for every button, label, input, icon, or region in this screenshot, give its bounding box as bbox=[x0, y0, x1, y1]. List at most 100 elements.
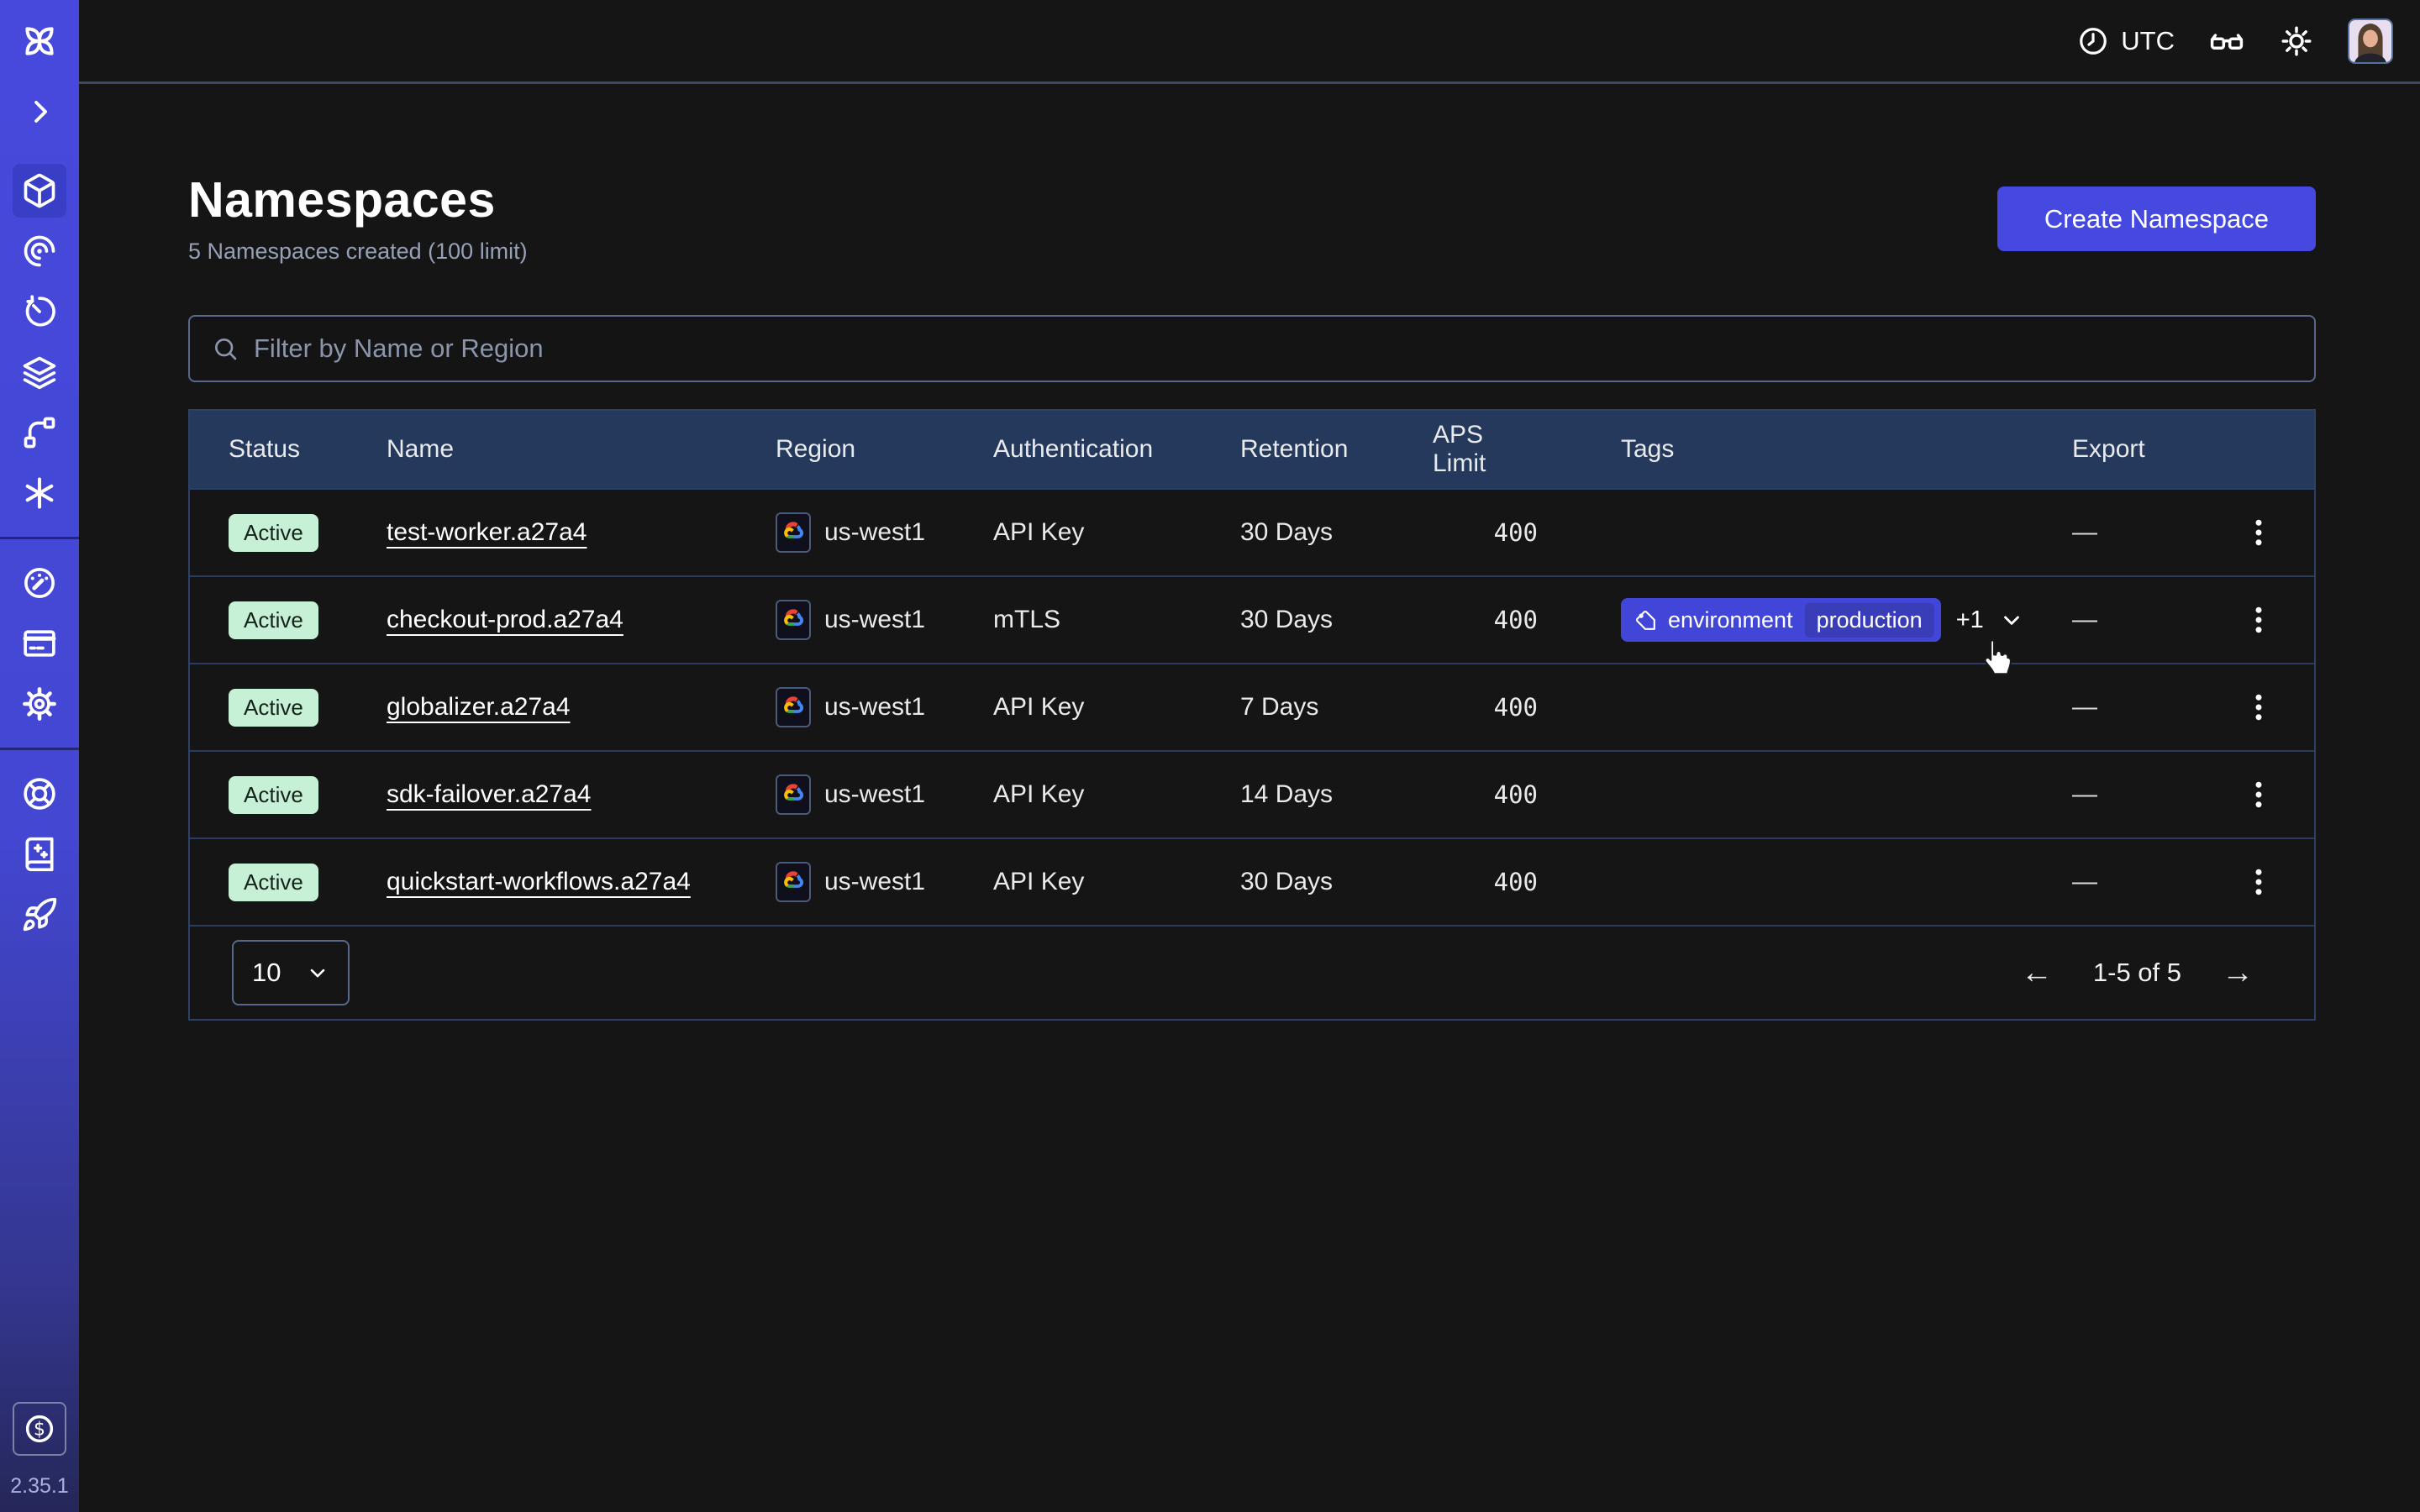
sidebar-item-gauge[interactable] bbox=[0, 553, 79, 613]
kebab-menu-icon[interactable] bbox=[2240, 776, 2277, 813]
branch-nodes-icon bbox=[21, 414, 58, 451]
spiral-eye-icon bbox=[21, 233, 58, 270]
sidebar-item-asterisk[interactable] bbox=[0, 463, 79, 523]
user-avatar[interactable] bbox=[2348, 18, 2393, 64]
namespace-link[interactable]: checkout-prod.a27a4 bbox=[387, 606, 623, 634]
region-label: us-west1 bbox=[824, 693, 925, 722]
sidebar-item-branch[interactable] bbox=[0, 402, 79, 463]
sidebar-item-rocket[interactable] bbox=[0, 885, 79, 945]
browser-window-icon bbox=[21, 625, 58, 662]
asterisk-icon bbox=[21, 475, 58, 512]
namespace-link[interactable]: globalizer.a27a4 bbox=[387, 693, 571, 722]
sidebar-collapse-toggle[interactable] bbox=[24, 81, 55, 142]
export-cell: — bbox=[2072, 606, 2240, 634]
page-subtitle: 5 Namespaces created (100 limit) bbox=[188, 239, 528, 265]
glasses-icon[interactable] bbox=[2208, 23, 2245, 60]
auth-cell: mTLS bbox=[993, 606, 1240, 634]
region-cell: us-west1 bbox=[776, 774, 993, 815]
tags-cell: environment production +1 bbox=[1538, 598, 2072, 642]
sidebar-item-docs[interactable] bbox=[0, 824, 79, 885]
aps-limit-cell: 400 bbox=[1433, 606, 1538, 634]
tags-more-count[interactable]: +1 bbox=[1956, 606, 1984, 634]
status-badge: Active bbox=[229, 689, 318, 727]
sidebar-bottom: $ 2.35.1 bbox=[10, 1402, 69, 1512]
table-row: Active quickstart-workflows.a27a4 us-wes… bbox=[190, 837, 2314, 925]
layers-icon bbox=[21, 354, 58, 391]
gcp-cloud-icon bbox=[776, 774, 811, 815]
timezone-label: UTC bbox=[2121, 26, 2175, 56]
sidebar-item-timer[interactable] bbox=[0, 281, 79, 342]
status-badge: Active bbox=[229, 514, 318, 552]
dollar-badge-icon: $ bbox=[22, 1411, 57, 1446]
page-title: Namespaces bbox=[188, 171, 528, 228]
rocket-icon bbox=[21, 896, 58, 933]
chevron-down-icon bbox=[306, 961, 329, 984]
gear-icon bbox=[21, 685, 58, 722]
filter-bar bbox=[188, 315, 2316, 382]
table-row: Active globalizer.a27a4 us-west1 API Key… bbox=[190, 663, 2314, 750]
kebab-menu-icon[interactable] bbox=[2240, 864, 2277, 900]
col-export: Export bbox=[2072, 435, 2240, 464]
auth-cell: API Key bbox=[993, 868, 1240, 896]
page-range-label: 1-5 of 5 bbox=[2093, 958, 2181, 988]
sidebar-item-namespaces[interactable] bbox=[0, 160, 79, 221]
region-cell: us-west1 bbox=[776, 600, 993, 640]
region-cell: us-west1 bbox=[776, 512, 993, 553]
sidebar-logo[interactable] bbox=[20, 0, 59, 81]
page-size-select[interactable]: 10 bbox=[232, 940, 350, 1005]
auth-cell: API Key bbox=[993, 518, 1240, 547]
col-name: Name bbox=[387, 435, 776, 464]
table-header: Status Name Region Authentication Retent… bbox=[190, 411, 2314, 488]
sidebar-item-spiral[interactable] bbox=[0, 221, 79, 281]
sidebar-item-support[interactable] bbox=[0, 764, 79, 824]
table-row: Active sdk-failover.a27a4 us-west1 API K… bbox=[190, 750, 2314, 837]
prev-page-arrow-icon[interactable]: ← bbox=[2021, 955, 2053, 991]
aps-limit-cell: 400 bbox=[1433, 780, 1538, 809]
gauge-icon bbox=[21, 564, 58, 601]
export-cell: — bbox=[2072, 693, 2240, 722]
tag-pill[interactable]: environment production bbox=[1621, 598, 1941, 642]
namespace-link[interactable]: sdk-failover.a27a4 bbox=[387, 780, 592, 809]
gcp-cloud-icon bbox=[776, 600, 811, 640]
table-row: Active test-worker.a27a4 us-west1 API Ke… bbox=[190, 488, 2314, 575]
retention-cell: 14 Days bbox=[1240, 780, 1433, 809]
sidebar: $ 2.35.1 bbox=[0, 0, 79, 1512]
aps-limit-cell: 400 bbox=[1433, 693, 1538, 722]
temporal-pinwheel-logo-icon bbox=[20, 22, 59, 60]
kebab-menu-icon[interactable] bbox=[2240, 601, 2277, 638]
kebab-menu-icon[interactable] bbox=[2240, 689, 2277, 726]
gcp-cloud-icon bbox=[776, 862, 811, 902]
topbar: UTC bbox=[79, 0, 2420, 84]
export-cell: — bbox=[2072, 868, 2240, 896]
pagination-bar: 10 ← 1-5 of 5 → bbox=[190, 925, 2314, 1019]
retention-cell: 30 Days bbox=[1240, 518, 1433, 547]
title-row: Namespaces 5 Namespaces created (100 lim… bbox=[188, 171, 2316, 265]
chevron-right-icon bbox=[24, 96, 55, 128]
filter-input[interactable] bbox=[254, 333, 2292, 364]
billing-usage-button[interactable]: $ bbox=[13, 1402, 66, 1456]
col-auth: Authentication bbox=[993, 435, 1240, 464]
svg-text:$: $ bbox=[34, 1420, 45, 1441]
namespaces-table: Status Name Region Authentication Retent… bbox=[188, 409, 2316, 1021]
namespace-link[interactable]: test-worker.a27a4 bbox=[387, 518, 587, 547]
lifebuoy-icon bbox=[21, 775, 58, 812]
pager-controls: ← 1-5 of 5 → bbox=[2021, 955, 2254, 991]
sidebar-item-window[interactable] bbox=[0, 613, 79, 674]
theme-sun-icon[interactable] bbox=[2279, 24, 2314, 59]
region-label: us-west1 bbox=[824, 518, 925, 547]
kebab-menu-icon[interactable] bbox=[2240, 514, 2277, 551]
gcp-cloud-icon bbox=[776, 687, 811, 727]
next-page-arrow-icon[interactable]: → bbox=[2222, 955, 2254, 991]
tags-expand-chevron-icon[interactable] bbox=[1999, 607, 2024, 633]
retention-cell: 7 Days bbox=[1240, 693, 1433, 722]
create-namespace-button[interactable]: Create Namespace bbox=[1997, 186, 2316, 251]
sidebar-item-settings[interactable] bbox=[0, 674, 79, 734]
main-area: UTC Na bbox=[79, 0, 2420, 1512]
region-cell: us-west1 bbox=[776, 862, 993, 902]
app-version: 2.35.1 bbox=[10, 1474, 69, 1499]
timezone-selector[interactable]: UTC bbox=[2077, 25, 2175, 57]
sidebar-item-layers[interactable] bbox=[0, 342, 79, 402]
page-size-value: 10 bbox=[252, 958, 281, 988]
page-content: Namespaces 5 Namespaces created (100 lim… bbox=[79, 84, 2420, 1021]
namespace-link[interactable]: quickstart-workflows.a27a4 bbox=[387, 868, 691, 896]
